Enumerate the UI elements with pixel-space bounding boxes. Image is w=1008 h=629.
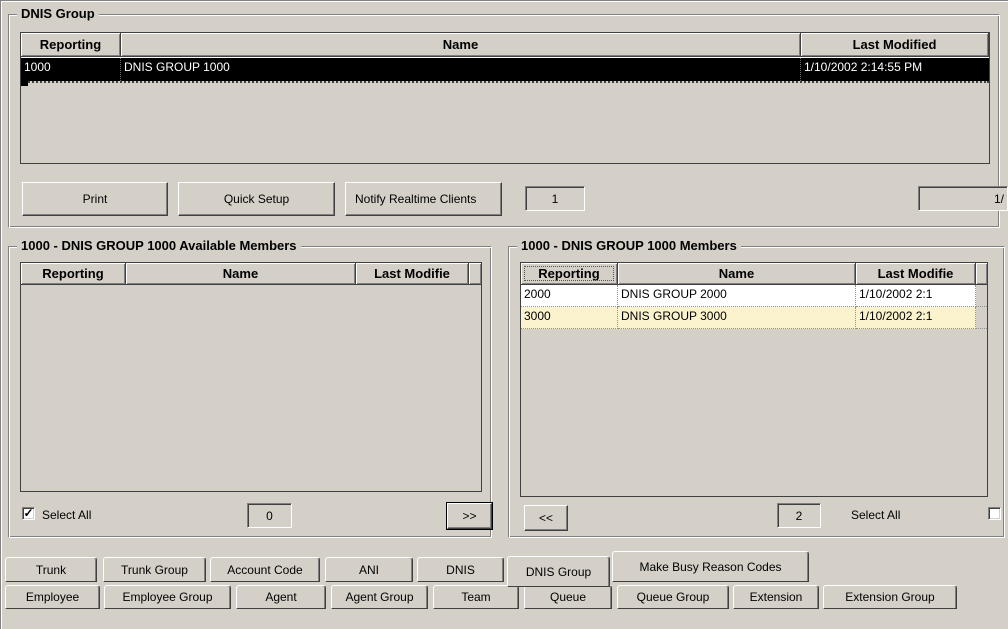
tab-employee[interactable]: Employee [5, 585, 100, 609]
notify-realtime-clients-button[interactable]: Notify Realtime Clients [345, 182, 502, 216]
tab-extension-group[interactable]: Extension Group [823, 585, 957, 609]
selected-date-field: 1/ [918, 186, 1008, 211]
table-row[interactable]: 3000 DNIS GROUP 3000 1/10/2002 2:1 [521, 307, 987, 329]
column-header-reporting[interactable]: Reporting [521, 263, 618, 285]
available-select-all-label[interactable]: Select All [42, 508, 91, 522]
cell-spacer [976, 307, 987, 329]
available-members-panel-title: 1000 - DNIS GROUP 1000 Available Members [17, 238, 301, 253]
tab-queue[interactable]: Queue [524, 585, 612, 609]
cell-last-modified: 1/10/2002 2:1 [856, 285, 976, 307]
tab-agent-group[interactable]: Agent Group [331, 585, 428, 609]
tab-make-busy-reason-codes[interactable]: Make Busy Reason Codes [612, 551, 809, 582]
cell-last-modified: 1/10/2002 2:1 [856, 307, 976, 329]
dnis-group-panel-title: DNIS Group [17, 6, 99, 21]
dnis-group-table: Reporting Name Last Modified 1000 DNIS G… [20, 32, 990, 164]
table-row-selected[interactable]: 1000 DNIS GROUP 1000 1/10/2002 2:14:55 P… [21, 57, 989, 81]
print-button[interactable]: Print [22, 182, 168, 216]
tab-dnis-group[interactable]: DNIS Group [507, 556, 610, 587]
tab-trunk-group[interactable]: Trunk Group [103, 557, 206, 582]
column-header-reporting[interactable]: Reporting [21, 263, 126, 285]
tab-extension[interactable]: Extension [733, 585, 819, 609]
tab-employee-group[interactable]: Employee Group [104, 585, 231, 609]
column-header-last-modified[interactable]: Last Modified [801, 33, 989, 57]
column-header-reporting[interactable]: Reporting [21, 33, 121, 57]
members-count-field: 2 [777, 503, 821, 528]
available-count-field: 0 [247, 503, 292, 528]
tab-dnis[interactable]: DNIS [417, 557, 504, 582]
quick-setup-button[interactable]: Quick Setup [178, 182, 335, 216]
members-select-all-checkbox[interactable] [988, 507, 1001, 520]
column-header-last-modified[interactable]: Last Modifie [356, 263, 469, 285]
new-row-divider [21, 79, 989, 87]
cell-reporting: 3000 [521, 307, 618, 329]
members-panel-title: 1000 - DNIS GROUP 1000 Members [517, 238, 741, 253]
selected-count-field: 1 [525, 186, 585, 211]
tab-agent[interactable]: Agent [236, 585, 326, 609]
tab-account-code[interactable]: Account Code [210, 557, 320, 582]
tab-ani[interactable]: ANI [325, 557, 413, 582]
dnis-group-table-header: Reporting Name Last Modified [21, 33, 989, 57]
check-icon: ✓ [23, 506, 34, 520]
column-header-last-modified[interactable]: Last Modifie [856, 263, 976, 285]
available-select-all-checkbox[interactable]: ✓ [22, 507, 35, 520]
cell-name: DNIS GROUP 2000 [618, 285, 856, 307]
cell-name: DNIS GROUP 3000 [618, 307, 856, 329]
move-left-button[interactable]: << [524, 505, 568, 531]
tab-queue-group[interactable]: Queue Group [617, 585, 729, 609]
cell-spacer [976, 285, 987, 307]
cell-last-modified: 1/10/2002 2:14:55 PM [804, 60, 923, 74]
tab-team[interactable]: Team [433, 585, 519, 609]
column-header-name[interactable]: Name [126, 263, 356, 285]
members-table: Reporting Name Last Modifie 2000 DNIS GR… [520, 262, 988, 497]
available-members-table: Reporting Name Last Modifie [20, 262, 482, 492]
column-header-name[interactable]: Name [618, 263, 856, 285]
column-header-name[interactable]: Name [121, 33, 801, 57]
members-select-all-label[interactable]: Select All [851, 508, 900, 522]
cell-reporting: 2000 [521, 285, 618, 307]
available-members-table-header: Reporting Name Last Modifie [21, 263, 481, 285]
tab-trunk[interactable]: Trunk [5, 557, 97, 582]
cell-name: DNIS GROUP 1000 [121, 58, 801, 81]
new-row-handle-icon [21, 79, 28, 86]
dnis-group-window: DNIS Group Reporting Name Last Modified … [0, 0, 1008, 629]
column-header-spacer [469, 263, 481, 285]
table-row[interactable]: 2000 DNIS GROUP 2000 1/10/2002 2:1 [521, 285, 987, 307]
cell-reporting: 1000 [21, 58, 121, 81]
move-right-button[interactable]: >> [447, 503, 492, 529]
column-header-spacer [976, 263, 987, 285]
members-table-header: Reporting Name Last Modifie [521, 263, 987, 285]
